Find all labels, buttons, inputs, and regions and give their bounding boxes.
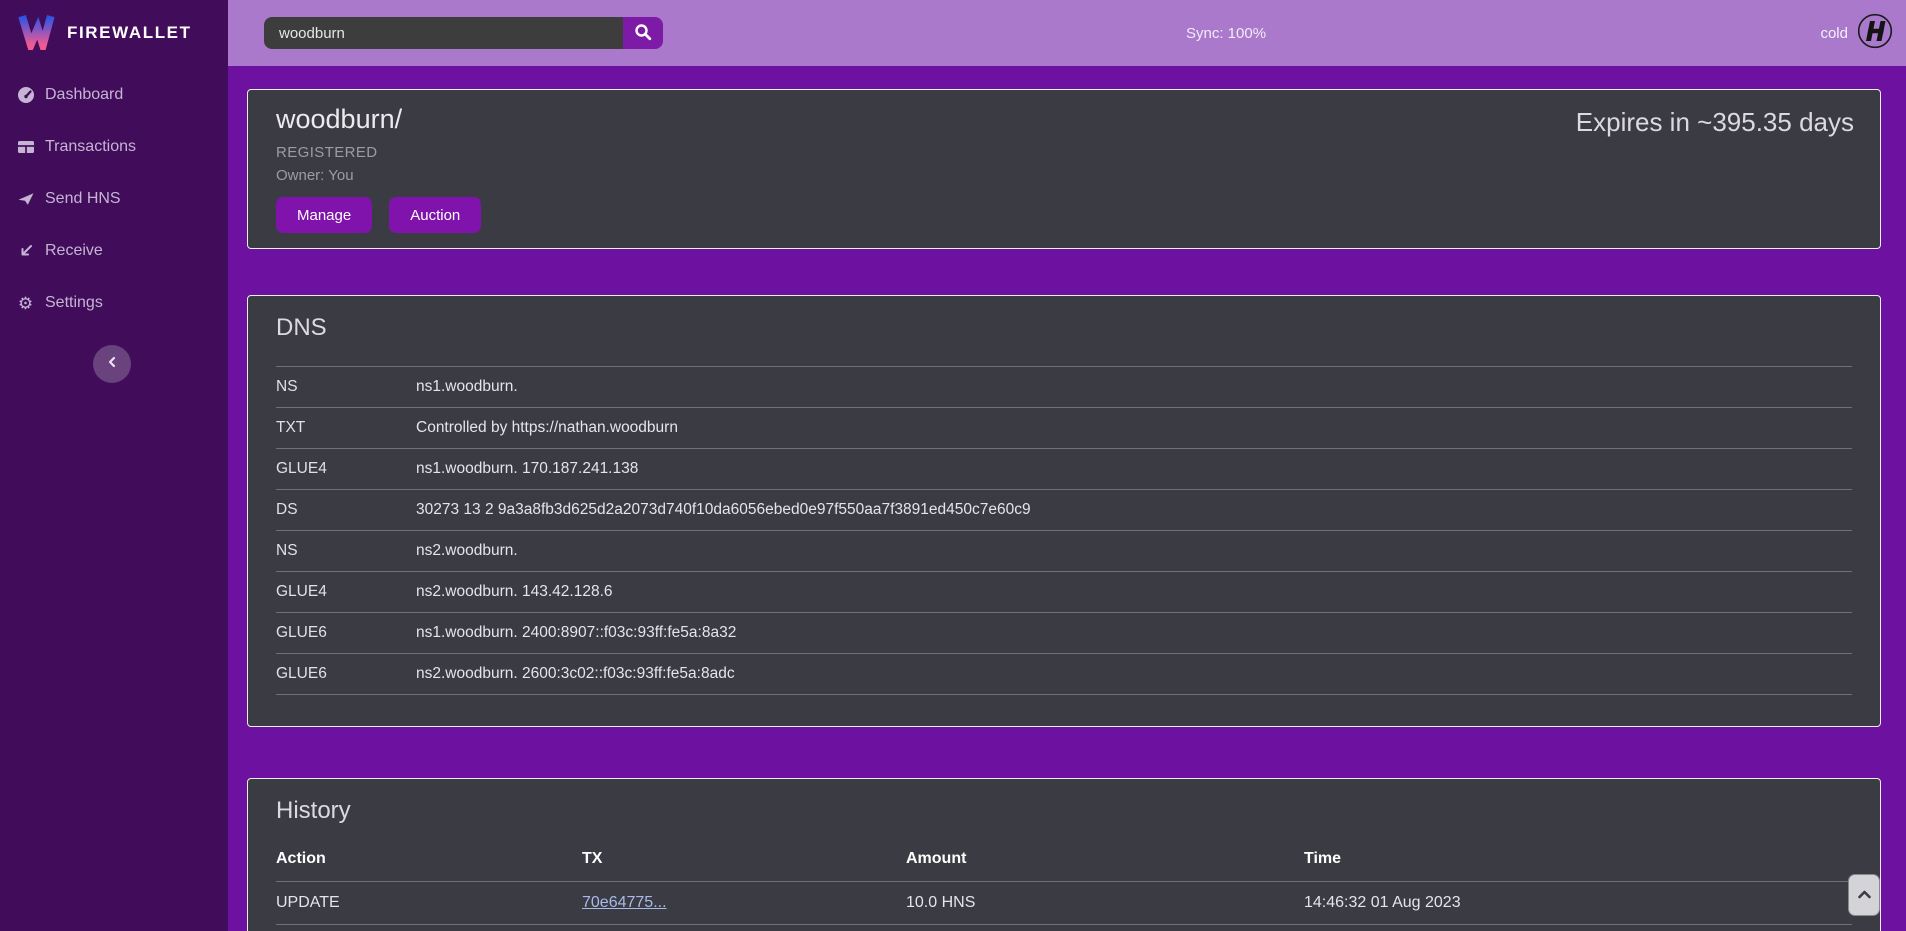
dns-record-row: GLUE6 ns2.woodburn. 2600:3c02::f03c:93ff… <box>276 653 1852 694</box>
dns-record-value: ns1.woodburn. 170.187.241.138 <box>416 460 638 478</box>
chevron-up-icon <box>1858 886 1871 904</box>
sidebar-item-label: Send HNS <box>45 190 121 208</box>
dns-record-value: Controlled by https://nathan.woodburn <box>416 419 678 437</box>
content-column: Sync: 100% cold <box>228 0 1906 931</box>
dns-record-type: GLUE4 <box>276 583 416 601</box>
brand: FIREWALLET <box>0 0 228 52</box>
search-bar <box>264 17 663 49</box>
dns-record-type: GLUE6 <box>276 624 416 642</box>
domain-actions: Manage Auction <box>276 197 1852 233</box>
sidebar-collapse-button[interactable] <box>93 345 131 383</box>
dns-record-value: ns2.woodburn. 2600:3c02::f03c:93ff:fe5a:… <box>416 665 735 683</box>
dns-record-row: TXT Controlled by https://nathan.woodbur… <box>276 407 1852 448</box>
dashboard-gauge-icon <box>16 86 35 105</box>
dns-record-type: GLUE4 <box>276 460 416 478</box>
history-table: Action TX Amount Time UPDATE 70e64775...… <box>276 841 1852 931</box>
dns-record-value: ns1.woodburn. <box>416 378 518 396</box>
dns-record-row: GLUE6 ns1.woodburn. 2400:8907::f03c:93ff… <box>276 612 1852 653</box>
sync-status: Sync: 100% <box>1186 25 1266 42</box>
history-amount: 10.0 HNS <box>906 894 1304 912</box>
sidebar-item-label: Receive <box>45 242 103 260</box>
sidebar-item-receive[interactable]: Receive <box>0 225 228 277</box>
search-icon <box>634 23 652 44</box>
dns-record-value: 30273 13 2 9a3a8fb3d625d2a2073d740f10da6… <box>416 501 1031 519</box>
send-plane-icon <box>16 190 35 209</box>
expiry-label: Expires in ~395.35 days <box>1576 107 1854 138</box>
sidebar-item-send-hns[interactable]: Send HNS <box>0 173 228 225</box>
handshake-logo-icon <box>1857 13 1893 54</box>
dns-record-row: NS ns2.woodburn. <box>276 530 1852 571</box>
sidebar-item-dashboard[interactable]: Dashboard <box>0 69 228 121</box>
dns-table: NS ns1.woodburn. TXT Controlled by https… <box>276 366 1852 695</box>
search-input[interactable] <box>264 17 623 49</box>
dns-record-type: NS <box>276 542 416 560</box>
chevron-left-icon <box>106 355 118 373</box>
firewallet-w-logo-icon <box>16 10 56 55</box>
dns-record-type: DS <box>276 501 416 519</box>
topbar: Sync: 100% cold <box>228 0 1906 66</box>
history-col-amount: Amount <box>906 850 1304 868</box>
history-row: RENEW d72e5c0... 10.0 HNS 15:47:06 07 Fe… <box>276 924 1852 931</box>
dns-record-type: NS <box>276 378 416 396</box>
dns-record-row: NS ns1.woodburn. <box>276 366 1852 407</box>
manage-button[interactable]: Manage <box>276 197 372 233</box>
dns-record-type: TXT <box>276 419 416 437</box>
domain-card: woodburn/ REGISTERED Owner: You Manage A… <box>247 89 1881 249</box>
transactions-table-icon <box>16 138 35 157</box>
app-title: FIREWALLET <box>67 23 192 43</box>
gear-icon: ⚙ <box>16 294 35 313</box>
sidebar-item-label: Settings <box>45 294 103 312</box>
sidebar-item-label: Transactions <box>45 138 136 156</box>
history-section-title: History <box>276 797 1852 825</box>
dns-card: DNS NS ns1.woodburn. TXT Controlled by h… <box>247 295 1881 727</box>
history-time: 14:46:32 01 Aug 2023 <box>1304 894 1852 912</box>
dns-record-row: GLUE4 ns1.woodburn. 170.187.241.138 <box>276 448 1852 489</box>
history-header-row: Action TX Amount Time <box>276 841 1852 881</box>
history-col-action: Action <box>276 850 582 868</box>
history-action: UPDATE <box>276 894 582 912</box>
app-window: FIREWALLET Dashboard <box>0 0 1906 931</box>
main-content: woodburn/ REGISTERED Owner: You Manage A… <box>228 66 1906 931</box>
history-col-tx: TX <box>582 850 906 868</box>
receive-arrow-icon <box>16 242 35 261</box>
wallet-indicator[interactable]: cold <box>1820 13 1893 54</box>
scroll-to-top-button[interactable] <box>1848 874 1880 916</box>
history-col-time: Time <box>1304 850 1852 868</box>
domain-owner-label: Owner: You <box>276 167 1852 184</box>
history-card: History Action TX Amount Time UPDATE 70e… <box>247 778 1881 931</box>
dns-section-title: DNS <box>276 314 1852 342</box>
sidebar-item-label: Dashboard <box>45 86 123 104</box>
dns-record-type: GLUE6 <box>276 665 416 683</box>
search-button[interactable] <box>623 17 663 49</box>
dns-record-row: DS 30273 13 2 9a3a8fb3d625d2a2073d740f10… <box>276 489 1852 530</box>
wallet-name-label: cold <box>1820 25 1848 42</box>
history-row: UPDATE 70e64775... 10.0 HNS 14:46:32 01 … <box>276 881 1852 924</box>
tx-hash-link[interactable]: 70e64775... <box>582 894 667 911</box>
sidebar: FIREWALLET Dashboard <box>0 0 228 931</box>
dns-record-value: ns2.woodburn. 143.42.128.6 <box>416 583 613 601</box>
auction-button[interactable]: Auction <box>389 197 481 233</box>
domain-status-label: REGISTERED <box>276 144 1852 161</box>
dns-record-value: ns2.woodburn. <box>416 542 518 560</box>
sidebar-nav: Dashboard Transactions S <box>0 69 228 329</box>
sidebar-item-settings[interactable]: ⚙ Settings <box>0 277 228 329</box>
dns-record-row: GLUE4 ns2.woodburn. 143.42.128.6 <box>276 571 1852 612</box>
dns-record-value: ns1.woodburn. 2400:8907::f03c:93ff:fe5a:… <box>416 624 736 642</box>
sidebar-item-transactions[interactable]: Transactions <box>0 121 228 173</box>
